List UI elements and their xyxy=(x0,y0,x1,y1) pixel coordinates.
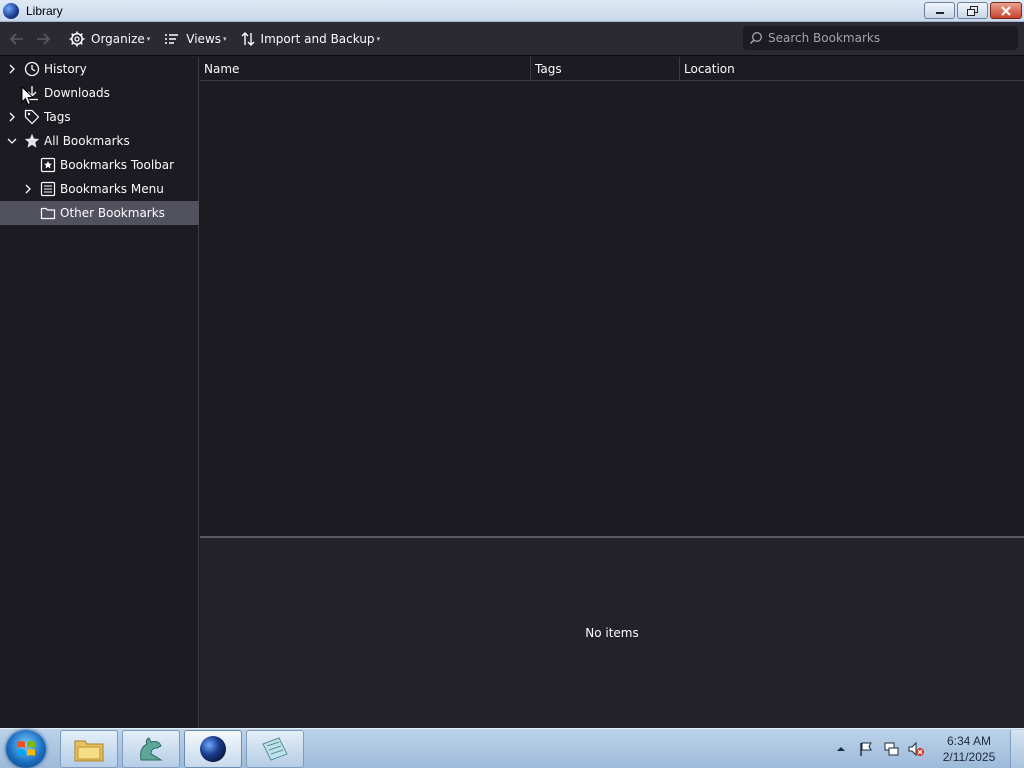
taskbar-item-file-explorer[interactable] xyxy=(60,730,118,768)
browser-globe-icon xyxy=(200,736,226,762)
chevron-down-icon: ▾ xyxy=(223,34,227,43)
sidebar-item-label: All Bookmarks xyxy=(44,134,130,148)
column-header-label: Name xyxy=(204,62,240,76)
folder-icon xyxy=(39,201,57,225)
chevron-down-icon: ▾ xyxy=(376,34,381,43)
clock-date: 2/11/2025 xyxy=(942,750,996,764)
import-backup-label: Import and Backup xyxy=(260,31,375,46)
search-input[interactable] xyxy=(768,31,1008,45)
taskbar-item-notepad[interactable] xyxy=(246,730,304,768)
restore-icon xyxy=(966,5,978,16)
list-view-icon xyxy=(164,32,180,46)
empty-state-text: No items xyxy=(585,626,639,640)
tag-icon xyxy=(23,105,41,129)
import-backup-button[interactable]: Import and Backup ▾ xyxy=(236,26,386,52)
network-icon xyxy=(884,742,899,756)
window-titlebar: Library xyxy=(0,0,1024,22)
views-label: Views xyxy=(186,31,222,46)
chevron-right-icon[interactable] xyxy=(6,57,18,81)
search-box[interactable] xyxy=(743,26,1018,50)
sidebar-item-label: Bookmarks Toolbar xyxy=(60,158,175,172)
sidebar-item-history[interactable]: History xyxy=(0,57,199,81)
close-button[interactable] xyxy=(990,2,1022,19)
column-header-location[interactable]: Location xyxy=(680,57,1024,81)
window-title: Library xyxy=(26,3,63,18)
sidebar-item-other-bookmarks[interactable]: Other Bookmarks xyxy=(0,201,199,225)
column-header-row: Name Tags Location xyxy=(200,57,1024,81)
bookmarks-toolbar-icon xyxy=(39,153,57,177)
details-pane: No items xyxy=(200,538,1024,728)
search-icon xyxy=(749,31,763,45)
chevron-up-icon xyxy=(837,747,845,751)
minimize-icon xyxy=(935,11,944,14)
tray-overflow-button[interactable] xyxy=(832,740,850,758)
chevron-right-icon[interactable] xyxy=(22,177,34,201)
sidebar-item-label: History xyxy=(44,62,87,76)
volume-muted-icon xyxy=(908,741,924,757)
sidebar-item-label: Other Bookmarks xyxy=(60,206,165,220)
start-button[interactable] xyxy=(6,730,46,768)
tray-action-center[interactable] xyxy=(857,740,875,758)
column-header-label: Tags xyxy=(535,62,562,76)
chevron-right-icon[interactable] xyxy=(6,105,18,129)
restore-button[interactable] xyxy=(957,2,988,19)
back-button[interactable] xyxy=(4,26,30,52)
sidebar-item-label: Bookmarks Menu xyxy=(60,182,164,196)
clock-icon xyxy=(23,57,41,81)
sidebar-item-tags[interactable]: Tags xyxy=(0,105,199,129)
import-export-icon xyxy=(241,31,255,47)
chevron-down-icon[interactable] xyxy=(6,129,18,153)
taskbar: 6:34 AM 2/11/2025 xyxy=(0,728,1024,768)
windows-logo-icon xyxy=(17,741,35,756)
library-toolbar: Organize ▾ Views ▾ Import and Backup ▾ xyxy=(0,22,1024,56)
close-icon xyxy=(1001,5,1011,16)
back-arrow-icon xyxy=(9,32,23,45)
sidebar-item-bookmarks-menu[interactable]: Bookmarks Menu xyxy=(0,177,199,201)
flag-icon xyxy=(860,742,872,756)
sidebar-item-all-bookmarks[interactable]: All Bookmarks xyxy=(0,129,199,153)
gear-icon xyxy=(69,31,85,47)
mouse-cursor-icon xyxy=(21,86,35,106)
organize-button[interactable]: Organize ▾ xyxy=(64,26,155,52)
star-icon xyxy=(23,129,41,153)
organize-label: Organize xyxy=(91,31,145,46)
taskbar-item-dragon-app[interactable] xyxy=(122,730,180,768)
column-header-name[interactable]: Name xyxy=(200,57,531,81)
taskbar-clock[interactable]: 6:34 AM 2/11/2025 xyxy=(932,733,1006,765)
sidebar-item-bookmarks-toolbar[interactable]: Bookmarks Toolbar xyxy=(0,153,199,177)
sidebar-item-label: Tags xyxy=(44,110,71,124)
chevron-down-icon: ▾ xyxy=(146,34,151,43)
clock-time: 6:34 AM xyxy=(946,734,992,748)
system-tray: 6:34 AM 2/11/2025 xyxy=(832,729,1024,768)
column-header-tags[interactable]: Tags xyxy=(531,57,680,81)
taskbar-item-browser[interactable] xyxy=(184,730,242,768)
column-header-label: Location xyxy=(684,62,735,76)
forward-arrow-icon xyxy=(37,32,51,45)
forward-button[interactable] xyxy=(30,26,56,52)
file-explorer-icon xyxy=(74,740,104,762)
dragon-app-icon xyxy=(140,737,163,761)
sidebar-item-label: Downloads xyxy=(44,86,110,100)
views-button[interactable]: Views ▾ xyxy=(159,26,231,52)
places-sidebar: History Downloads Tags All Bookmarks Boo… xyxy=(0,57,199,728)
tray-volume[interactable] xyxy=(907,740,925,758)
browser-globe-icon xyxy=(3,2,19,19)
tray-network[interactable] xyxy=(882,740,900,758)
bookmarks-menu-icon xyxy=(39,177,57,201)
bookmark-content-pane: Name Tags Location No items xyxy=(200,57,1024,728)
bookmark-list[interactable] xyxy=(200,81,1024,536)
show-desktop-button[interactable] xyxy=(1010,730,1024,768)
minimize-button[interactable] xyxy=(924,2,955,19)
notepad-icon xyxy=(262,737,288,761)
window-controls xyxy=(924,2,1022,19)
